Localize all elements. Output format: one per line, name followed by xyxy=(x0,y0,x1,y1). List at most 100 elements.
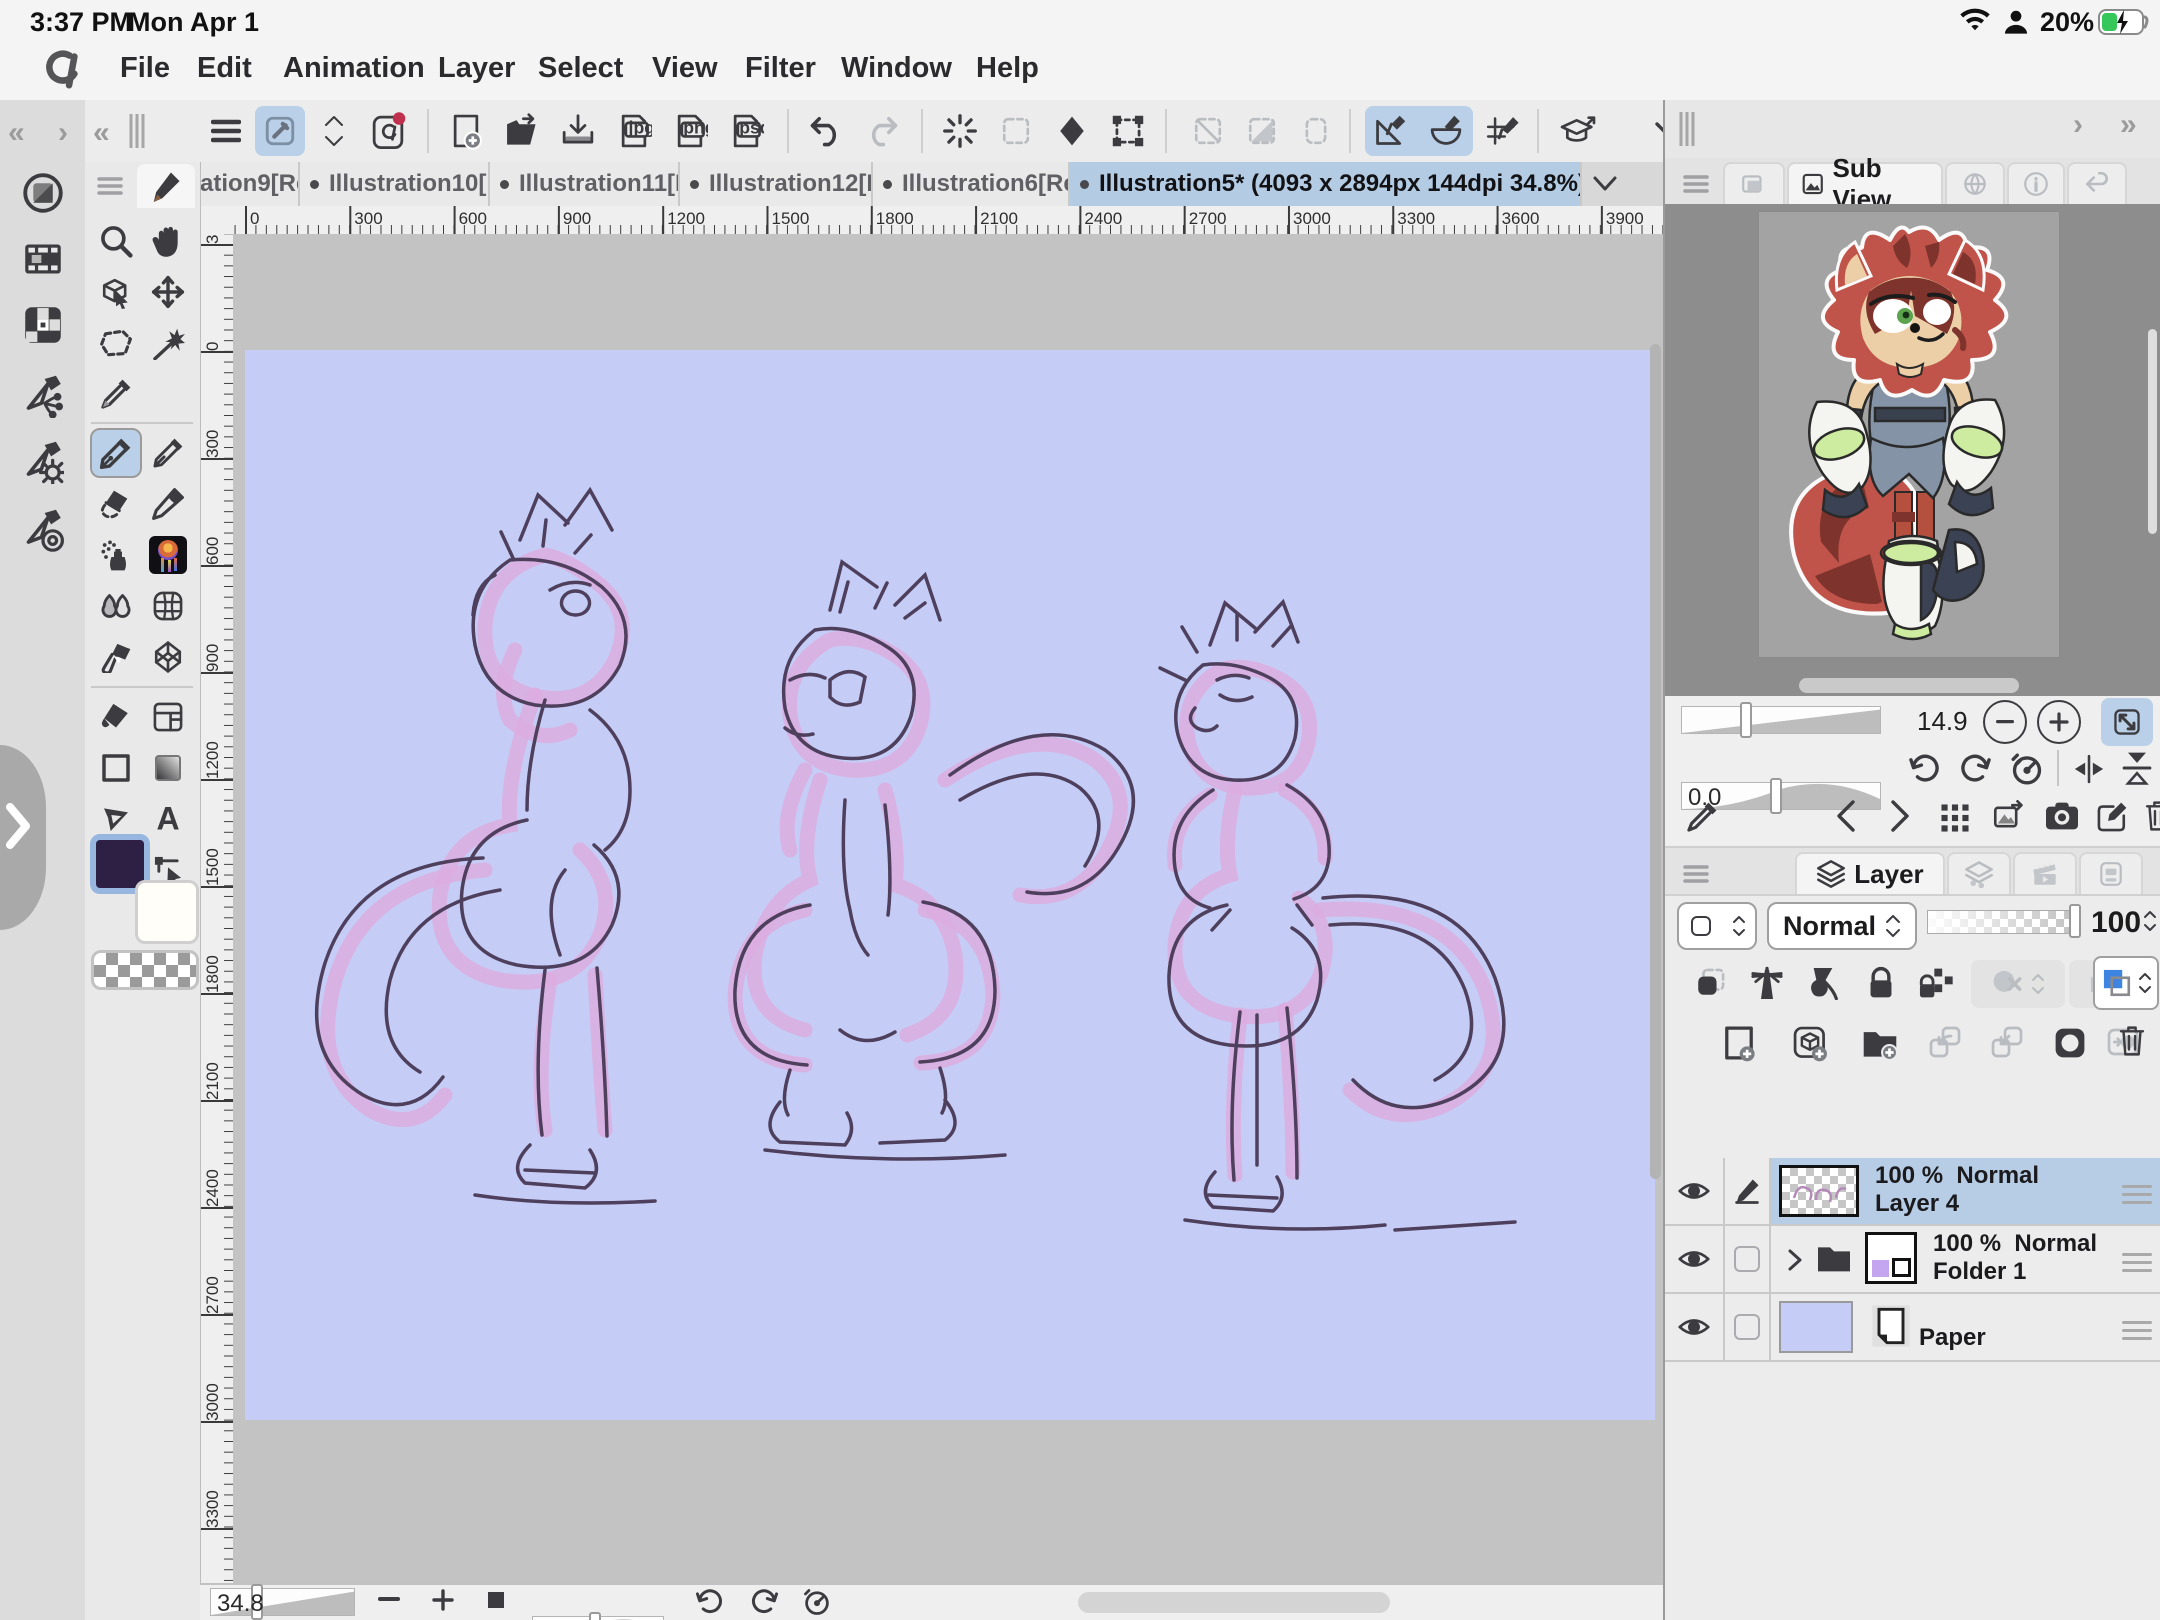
blend-mode-dropdown[interactable]: Normal xyxy=(1767,902,1917,950)
layer-color-button[interactable] xyxy=(2093,956,2159,1010)
subview-import-image-button[interactable] xyxy=(1991,800,2027,834)
canvas-viewport[interactable] xyxy=(233,234,1663,1583)
tool-net[interactable] xyxy=(144,634,192,680)
bottom-zoom-100-button[interactable] xyxy=(488,1592,504,1608)
running-selection-button[interactable] xyxy=(935,106,985,156)
menu-view[interactable]: View xyxy=(652,52,718,85)
enable-mask-button-disabled[interactable] xyxy=(1971,960,2065,1008)
expand-right-icon[interactable]: › xyxy=(58,116,68,150)
layer-select-checkbox[interactable] xyxy=(1725,1294,1771,1360)
panel-drag-handle[interactable] xyxy=(1679,112,1695,146)
tool-pen-active[interactable] xyxy=(92,430,140,476)
transform-button[interactable] xyxy=(1103,106,1153,156)
layer-visibility-toggle[interactable] xyxy=(1665,1158,1725,1224)
layer-visibility-toggle[interactable] xyxy=(1665,1226,1725,1292)
folder-expand-chevron[interactable] xyxy=(1785,1248,1805,1272)
export-psd-button[interactable]: psd xyxy=(721,106,771,156)
menu-animation[interactable]: Animation xyxy=(283,52,425,85)
main-menu-button[interactable] xyxy=(201,106,251,156)
panel-collapse-icon[interactable]: » xyxy=(2120,108,2137,142)
subview-eyedropper-button[interactable] xyxy=(1685,800,1719,834)
subview-flip-vertical-button[interactable] xyxy=(2121,750,2153,786)
subview-edit-button[interactable] xyxy=(2095,800,2129,834)
snap-to-ruler-button[interactable] xyxy=(1365,106,1415,156)
tool-selection[interactable] xyxy=(92,320,140,366)
lock-layer-button[interactable] xyxy=(1865,966,1897,1000)
bottom-rotate-right-button[interactable] xyxy=(748,1587,782,1617)
subview-reset-rotation-button[interactable] xyxy=(2009,751,2045,787)
snap-to-special-ruler-button[interactable] xyxy=(1421,106,1471,156)
tool-zoom[interactable] xyxy=(92,218,140,264)
open-file-button[interactable] xyxy=(497,106,547,156)
menu-filter[interactable]: Filter xyxy=(745,52,816,85)
quick-access-icon[interactable] xyxy=(22,172,64,214)
layer-drag-handle[interactable] xyxy=(2122,1316,2152,1345)
menu-file[interactable]: File xyxy=(120,52,170,85)
layer-texture-dropdown[interactable] xyxy=(1677,902,1757,950)
layer-row-paper[interactable]: Paper xyxy=(1665,1294,2160,1362)
tool-eyedropper[interactable] xyxy=(92,371,140,417)
tool-operation[interactable] xyxy=(92,269,140,315)
layer-opacity-stepper[interactable] xyxy=(2143,910,2157,932)
tool-marker[interactable] xyxy=(144,481,192,527)
bottom-zoom-slider[interactable]: 34.8 xyxy=(210,1588,355,1616)
tool-pencil[interactable] xyxy=(144,430,192,476)
layer-drag-handle[interactable] xyxy=(2122,1248,2152,1277)
paste-disabled-button[interactable] xyxy=(1291,106,1341,156)
canvas-vertical-scrollbar[interactable] xyxy=(1650,344,1661,1179)
tool-gradient[interactable] xyxy=(144,745,192,791)
lock-transparent-pixels-button[interactable] xyxy=(1917,966,1953,1000)
toolbar-expand-collapse-button[interactable] xyxy=(309,106,359,156)
layer-row-layer4[interactable]: 100 % Normal Layer 4 xyxy=(1665,1158,2160,1226)
pen-settings-icon[interactable] xyxy=(22,440,64,484)
folder-thumbnail[interactable] xyxy=(1865,1232,1917,1284)
deselect-button[interactable] xyxy=(991,106,1041,156)
tool-liquify[interactable] xyxy=(144,583,192,629)
transfer-to-layer-button-disabled[interactable] xyxy=(1927,1024,1963,1060)
layer-menu-icon[interactable] xyxy=(1683,864,1709,884)
tool-shape[interactable] xyxy=(92,745,140,791)
snap-to-grid-button[interactable] xyxy=(1477,106,1527,156)
reference-image[interactable] xyxy=(1759,212,2059,657)
menu-edit[interactable]: Edit xyxy=(197,52,252,85)
layer-drag-handle[interactable] xyxy=(2122,1180,2152,1209)
tool-blend[interactable] xyxy=(92,583,140,629)
copy-disabled-button[interactable] xyxy=(1237,106,1287,156)
bottom-rotate-left-button[interactable] xyxy=(692,1587,726,1617)
subview-thumbnail-grid-button[interactable] xyxy=(1939,802,1971,834)
subview-zoom-out-button[interactable] xyxy=(1983,700,2027,744)
redo-button[interactable] xyxy=(857,106,907,156)
tab-navigator[interactable] xyxy=(1723,162,1785,204)
subview-menu-icon[interactable] xyxy=(1683,174,1709,194)
paper-thumbnail[interactable] xyxy=(1779,1301,1853,1353)
tutorial-button[interactable] xyxy=(1553,106,1603,156)
tab-layer-search[interactable] xyxy=(2079,852,2143,894)
toolbar-drag-handle[interactable] xyxy=(129,114,145,148)
touch-gesture-button[interactable] xyxy=(255,106,305,156)
menu-help[interactable]: Help xyxy=(976,52,1039,85)
auto-action-icon[interactable] xyxy=(22,374,64,418)
layer-opacity-slider[interactable] xyxy=(1927,910,2075,934)
new-file-button[interactable] xyxy=(441,106,491,156)
tool-hand[interactable] xyxy=(144,218,192,264)
tab-illustration5-active[interactable]: Illustration5* (4093 x 2894px 144dpi 34.… xyxy=(1070,162,1582,206)
canvas-document[interactable] xyxy=(245,350,1655,1420)
bottom-zoom-out-button[interactable] xyxy=(378,1597,400,1602)
subview-h-scrollbar[interactable] xyxy=(1799,678,2019,693)
subview-zoom-in-button[interactable] xyxy=(2037,700,2081,744)
layer-mask-button[interactable] xyxy=(2053,1026,2087,1060)
clip-studio-logo-icon[interactable] xyxy=(38,46,84,92)
menu-layer[interactable]: Layer xyxy=(438,52,515,85)
layer-select-checkbox[interactable] xyxy=(1725,1226,1771,1292)
tab-layer-property[interactable] xyxy=(1947,852,2011,894)
tab-illustration9[interactable]: ation9[Re xyxy=(190,162,300,206)
export-png-button[interactable]: png xyxy=(665,106,715,156)
transparent-color-swatch[interactable] xyxy=(91,950,199,990)
layer-thumbnail[interactable] xyxy=(1779,1165,1859,1217)
menu-window[interactable]: Window xyxy=(841,52,952,85)
reference-layer-button[interactable] xyxy=(1749,964,1785,1002)
clip-studio-service-button[interactable] xyxy=(363,106,413,156)
subview-rotate-right-button[interactable] xyxy=(1957,752,1995,786)
material-palette-icon[interactable] xyxy=(22,304,64,346)
tab-sub-view[interactable]: Sub View xyxy=(1787,162,1943,204)
